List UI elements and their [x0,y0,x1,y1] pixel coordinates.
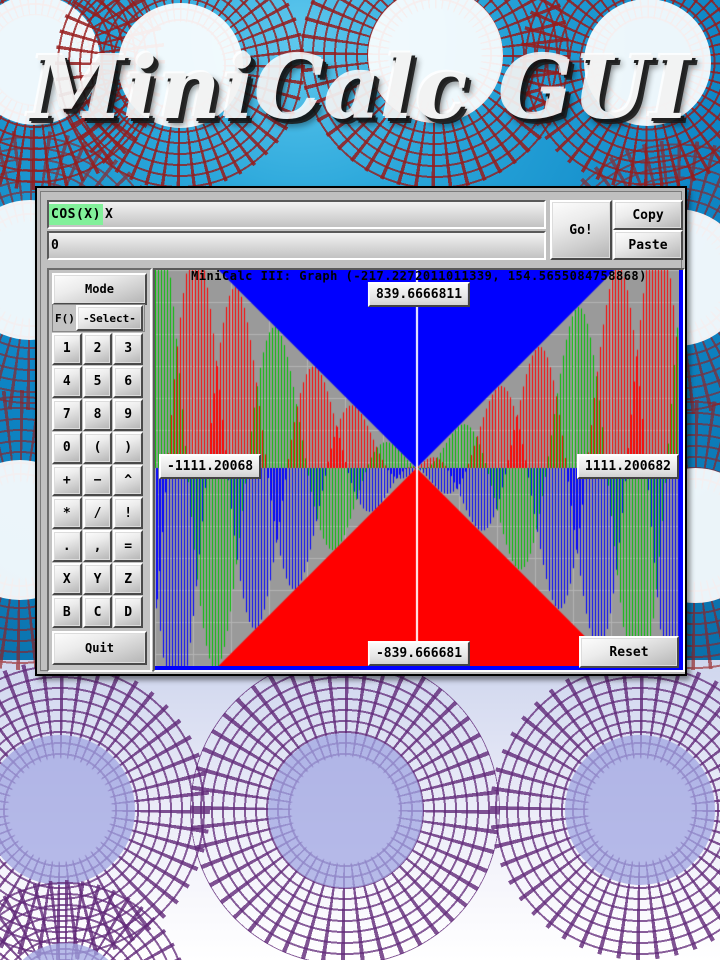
key-factorial[interactable]: ! [113,497,143,530]
keypad-grid: 1 2 3 4 5 6 7 8 9 0 ( ) + − ^ * / ! . , [52,333,143,628]
key-7[interactable]: 7 [52,398,82,431]
key-d[interactable]: D [113,596,143,628]
key-slash[interactable]: / [82,497,113,530]
key-x[interactable]: X [52,563,82,596]
graph-label-xmax: 1111.200682 [576,454,679,479]
key-6[interactable]: 6 [113,365,143,398]
expression-selected-text: COS(X) [49,204,103,225]
reset-button[interactable]: Reset [579,636,679,668]
key-asterisk[interactable]: * [52,497,82,530]
graph-title: MiniCalc III: Graph (-217.2272011011339,… [191,269,647,283]
quit-button[interactable]: Quit [52,631,147,665]
expression-input[interactable]: COS(X) X [47,200,546,229]
graph-label-xmin: -1111.20068 [159,454,262,479]
expression-rest-text: X [104,207,114,222]
key-4[interactable]: 4 [52,365,82,398]
key-comma[interactable]: , [82,530,113,563]
key-y[interactable]: Y [82,563,113,596]
key-2[interactable]: 2 [82,333,113,365]
function-select-row: F() -Select- [52,304,145,332]
key-caret[interactable]: ^ [113,464,143,497]
key-plus[interactable]: + [52,464,82,497]
key-period[interactable]: . [52,530,82,563]
torus-wireframe [190,655,500,960]
key-3[interactable]: 3 [113,333,143,365]
key-equals[interactable]: = [113,530,143,563]
function-label: F() [55,311,75,325]
key-8[interactable]: 8 [82,398,113,431]
copy-button[interactable]: Copy [613,200,683,230]
key-c[interactable]: C [82,596,113,628]
key-minus[interactable]: − [82,464,113,497]
graph-label-ymin: -839.666681 [367,641,471,666]
graph-canvas-container[interactable]: MiniCalc III: Graph (-217.2272011011339,… [153,268,685,672]
key-9[interactable]: 9 [113,398,143,431]
value-input[interactable]: 0 [47,231,546,260]
graph-label-ymax: 839.6666811 [367,282,471,307]
keypad-panel: Mode F() -Select- 1 2 3 4 5 6 7 8 9 0 ( … [47,268,152,672]
go-button[interactable]: Go! [550,200,612,260]
mode-button[interactable]: Mode [52,273,147,305]
key-b[interactable]: B [52,596,82,628]
key-z[interactable]: Z [113,563,143,596]
key-open-paren[interactable]: ( [82,431,113,464]
value-text: 0 [51,238,60,253]
key-close-paren[interactable]: ) [113,431,143,464]
minicalc-window: COS(X) X 0 Go! Copy Paste Mode F() -Selec… [35,186,687,676]
key-5[interactable]: 5 [82,365,113,398]
paste-button[interactable]: Paste [613,230,683,260]
window-inner-panel: COS(X) X 0 Go! Copy Paste Mode F() -Selec… [40,191,685,672]
key-0[interactable]: 0 [52,431,82,464]
function-select-dropdown[interactable]: -Select- [75,305,143,331]
expression-entry-area: COS(X) X 0 [47,198,546,260]
key-1[interactable]: 1 [52,333,82,365]
